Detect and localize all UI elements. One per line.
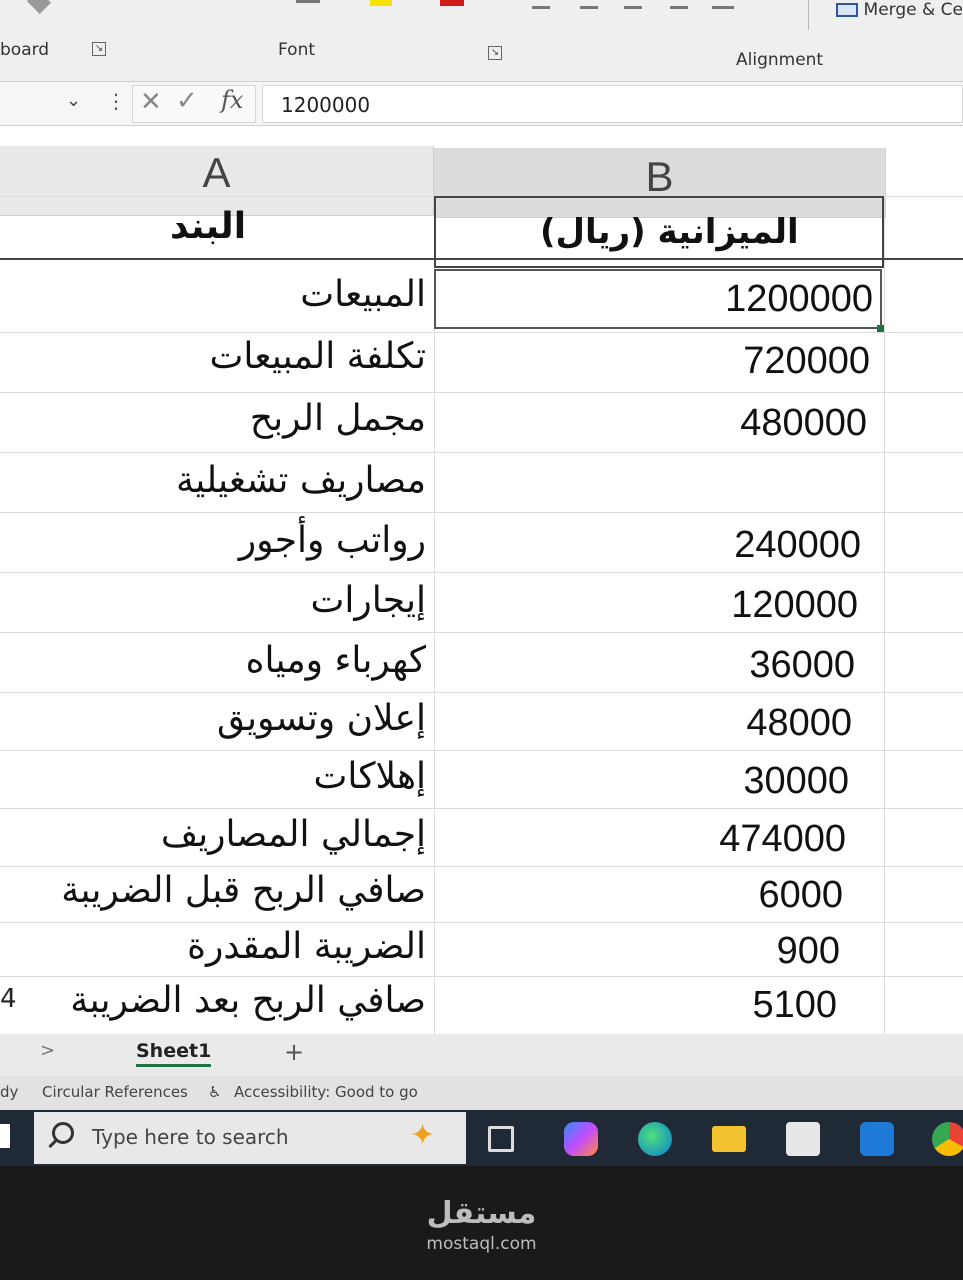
status-bar: dy Circular References ♿ Accessibility: … xyxy=(0,1076,963,1110)
cell-item[interactable]: كهرباء ومياه xyxy=(246,640,426,681)
search-icon xyxy=(52,1122,74,1144)
format-painter-icon[interactable] xyxy=(26,0,52,15)
header-budget-label[interactable]: الميزانية (ريال) xyxy=(540,212,799,252)
merge-label: Merge & Ce xyxy=(863,0,963,20)
cell-item[interactable]: إيجارات xyxy=(310,580,426,621)
cancel-icon[interactable]: ✕ xyxy=(140,87,162,117)
cell-item[interactable]: إجمالي المصاريف xyxy=(161,814,426,855)
align-top-icon[interactable] xyxy=(532,6,550,9)
cell-value[interactable]: 30000 xyxy=(743,760,849,803)
windows-taskbar: Type here to search ✦ xyxy=(0,1110,963,1166)
namebox-dropdown-icon[interactable]: ⌄ xyxy=(66,90,81,111)
row-divider xyxy=(0,692,963,693)
cell-item[interactable]: مجمل الربح xyxy=(250,398,426,439)
align-middle-icon[interactable] xyxy=(580,6,598,9)
formula-bar: ⌄ ⋮ ✕ ✓ fx 1200000 xyxy=(0,82,963,126)
status-ready: dy xyxy=(0,1083,19,1101)
accessibility-icon: ♿ xyxy=(208,1083,222,1101)
cell-value[interactable]: 6000 xyxy=(758,874,843,917)
cell-value[interactable]: 240000 xyxy=(734,524,861,567)
row-divider xyxy=(0,808,963,809)
indent-icon[interactable] xyxy=(712,6,734,9)
formula-input[interactable]: 1200000 xyxy=(262,85,963,123)
row-number[interactable]: 4 xyxy=(0,984,17,1014)
align-left-icon[interactable] xyxy=(670,6,688,9)
row-divider xyxy=(0,392,963,393)
cell-value[interactable]: 5100 xyxy=(752,984,837,1027)
chrome-icon[interactable] xyxy=(932,1122,963,1156)
cell-value[interactable]: 36000 xyxy=(749,644,855,687)
ribbon: Merge & Ce board ↘ Font ↘ Alignment xyxy=(0,0,963,82)
cell-value[interactable]: 720000 xyxy=(743,340,870,383)
tab-sheet1[interactable]: Sheet1 xyxy=(136,1040,212,1067)
sheet-nav-icon[interactable]: > xyxy=(40,1040,55,1061)
cell-value[interactable]: 474000 xyxy=(719,818,846,861)
sheet-tab-bar: > Sheet1 + xyxy=(0,1034,963,1076)
cell-item[interactable]: رواتب وأجور xyxy=(239,520,426,561)
cell-item[interactable]: تكلفة المبيعات xyxy=(209,336,426,377)
store-icon[interactable] xyxy=(786,1122,820,1156)
status-accessibility[interactable]: Accessibility: Good to go xyxy=(234,1083,418,1101)
font-group-label: Font xyxy=(278,40,316,60)
add-sheet-button[interactable]: + xyxy=(284,1038,304,1066)
row-divider xyxy=(0,512,963,513)
row-divider xyxy=(0,866,963,867)
font-launcher-icon[interactable]: ↘ xyxy=(488,46,502,60)
merge-center-button[interactable]: Merge & Ce xyxy=(835,0,963,20)
row-divider xyxy=(0,572,963,573)
start-icon[interactable] xyxy=(0,1124,10,1148)
enter-icon[interactable]: ✓ xyxy=(176,86,198,116)
edge-icon[interactable] xyxy=(638,1122,672,1156)
copilot-icon[interactable] xyxy=(564,1122,598,1156)
row-divider xyxy=(0,976,963,977)
outlook-icon[interactable] xyxy=(860,1122,894,1156)
watermark-url: mostaql.com xyxy=(426,1234,537,1254)
row-divider xyxy=(0,452,963,453)
fill-handle[interactable] xyxy=(877,325,884,332)
insert-function-icon[interactable]: fx xyxy=(221,86,243,114)
taskbar-search-box[interactable]: Type here to search ✦ xyxy=(34,1112,466,1164)
watermark-arabic: مستقل xyxy=(426,1196,537,1231)
cell-value[interactable]: 120000 xyxy=(731,584,858,627)
spreadsheet-grid[interactable]: A B البند الميزانية (ريال) المبيعات 1200… xyxy=(0,126,963,1034)
merge-icon xyxy=(835,3,858,17)
cell-value[interactable]: 480000 xyxy=(740,402,867,445)
clipboard-group-label: board xyxy=(0,40,50,60)
copilot-sparkle-icon: ✦ xyxy=(410,1118,436,1153)
cell-item[interactable]: إهلاكات xyxy=(314,756,426,797)
search-placeholder: Type here to search xyxy=(92,1125,289,1149)
row-divider xyxy=(0,750,963,751)
cell-item[interactable]: إعلان وتسويق xyxy=(217,698,426,739)
more-options-icon[interactable]: ⋮ xyxy=(106,89,126,113)
cell-item[interactable]: مصاريف تشغيلية xyxy=(176,460,426,501)
cell-value[interactable]: 900 xyxy=(777,930,840,973)
status-circular-references[interactable]: Circular References xyxy=(42,1083,188,1101)
cell-item[interactable]: صافي الربح بعد الضريبة xyxy=(70,980,426,1021)
file-explorer-icon[interactable] xyxy=(712,1126,746,1152)
row-divider xyxy=(0,632,963,633)
font-red-color-icon[interactable] xyxy=(440,0,464,6)
cell-item[interactable]: صافي الربح قبل الضريبة xyxy=(61,870,426,911)
font-color-icon[interactable] xyxy=(296,0,320,3)
row-divider xyxy=(0,332,963,333)
task-view-icon[interactable] xyxy=(488,1126,514,1152)
alignment-group-label: Alignment xyxy=(736,50,824,70)
row-divider xyxy=(0,922,963,923)
clipboard-launcher-icon[interactable]: ↘ xyxy=(92,42,106,56)
cell-value[interactable]: 48000 xyxy=(746,702,852,745)
column-divider xyxy=(884,196,885,1034)
cell-value[interactable]: 1200000 xyxy=(725,278,873,321)
ribbon-divider xyxy=(808,0,809,30)
cell-item[interactable]: المبيعات xyxy=(300,274,426,315)
header-item-label[interactable]: البند xyxy=(170,206,246,247)
cell-item[interactable]: الضريبة المقدرة xyxy=(187,926,426,967)
align-bottom-icon[interactable] xyxy=(624,6,642,9)
highlight-icon[interactable] xyxy=(370,0,392,6)
